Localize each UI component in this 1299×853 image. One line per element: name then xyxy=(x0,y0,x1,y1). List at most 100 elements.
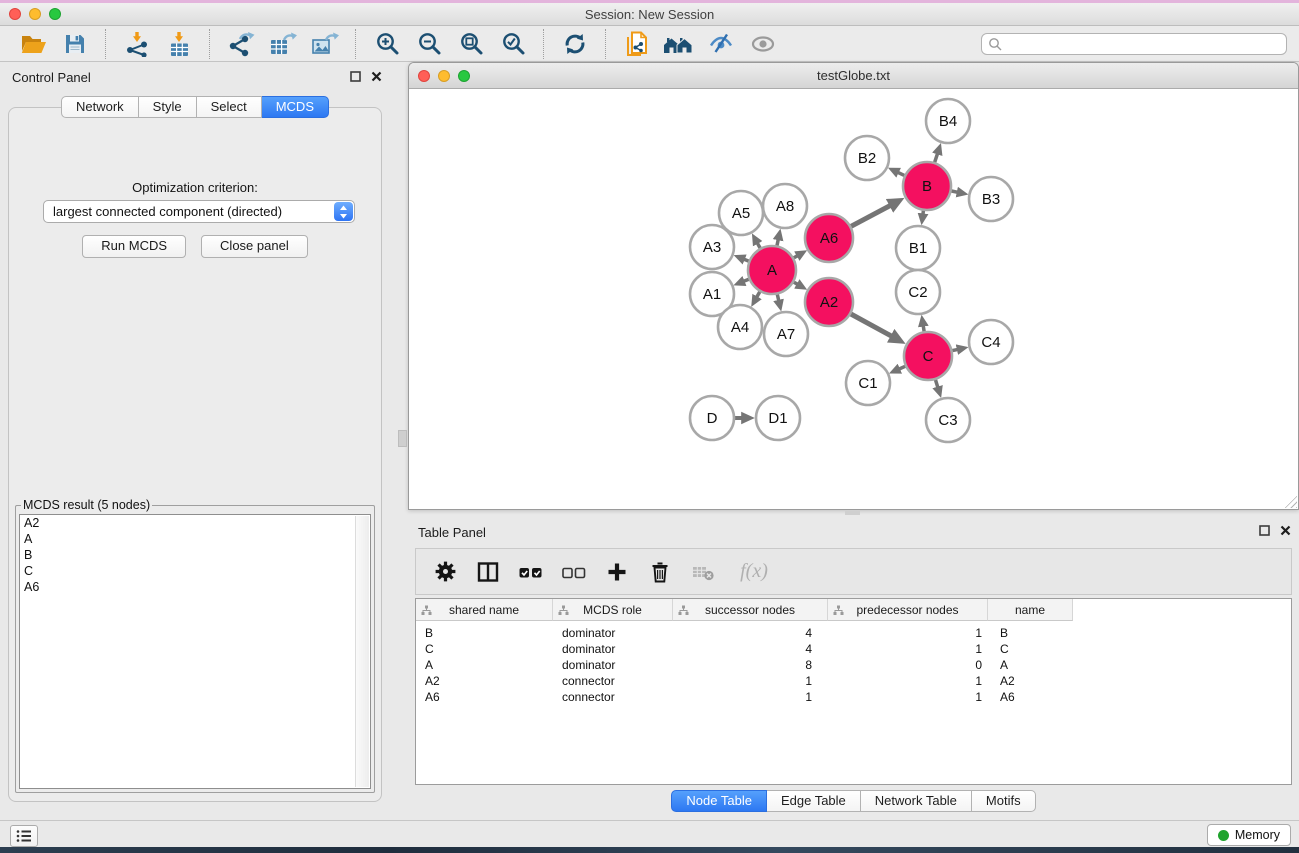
unselect-all-columns-button[interactable] xyxy=(559,557,589,587)
graph-node-C1[interactable]: C1 xyxy=(846,361,890,405)
graph-node-A6[interactable]: A6 xyxy=(805,214,853,262)
float-table-panel-icon[interactable] xyxy=(1259,525,1270,536)
graph-node-A4[interactable]: A4 xyxy=(718,305,762,349)
select-all-columns-button[interactable] xyxy=(516,557,546,587)
function-builder-button[interactable]: f(x) xyxy=(731,557,777,587)
export-image-button[interactable] xyxy=(309,29,341,59)
mcds-result-scrollbar[interactable] xyxy=(355,516,369,787)
table-row[interactable]: A6connector11A6 xyxy=(416,689,1291,705)
mcds-result-item[interactable]: A2 xyxy=(20,515,370,531)
edge-A-A6[interactable] xyxy=(794,256,798,258)
graph-node-B4[interactable]: B4 xyxy=(926,99,970,143)
graph-node-D[interactable]: D xyxy=(690,396,734,440)
import-table-button[interactable] xyxy=(163,29,195,59)
close-panel-button[interactable]: Close panel xyxy=(201,235,308,258)
mcds-result-item[interactable]: A6 xyxy=(20,579,370,595)
table-row[interactable]: Cdominator41C xyxy=(416,641,1291,657)
vertical-splitter-handle[interactable] xyxy=(398,430,407,447)
edge-A2-C[interactable] xyxy=(851,314,892,336)
open-file-button[interactable] xyxy=(17,29,49,59)
tab-network[interactable]: Network xyxy=(61,96,139,118)
format-columns-button[interactable] xyxy=(473,557,503,587)
show-graphics-details-button[interactable] xyxy=(747,29,779,59)
edge-B-B1[interactable] xyxy=(923,211,924,215)
tab-mcds[interactable]: MCDS xyxy=(262,96,329,118)
network-canvas[interactable]: B4B2BB3B1A5A8A6A3AC2A1A2A4A7C4CC1C3DD1 xyxy=(409,89,1298,509)
graph-node-C3[interactable]: C3 xyxy=(926,398,970,442)
save-session-button[interactable] xyxy=(59,29,91,59)
edge-A6-B[interactable] xyxy=(851,205,891,226)
float-panel-icon[interactable] xyxy=(350,71,361,82)
import-network-button[interactable] xyxy=(121,29,153,59)
table-row[interactable]: A2connector11A2 xyxy=(416,673,1291,689)
column-header-successor-nodes[interactable]: successor nodes xyxy=(673,599,828,621)
edge-A-A5[interactable] xyxy=(757,243,760,248)
graph-node-C2[interactable]: C2 xyxy=(896,270,940,314)
table-cell: 4 xyxy=(673,641,828,657)
close-panel-icon[interactable] xyxy=(371,71,382,82)
graph-node-C4[interactable]: C4 xyxy=(969,320,1013,364)
column-header-name[interactable]: name xyxy=(988,599,1073,621)
graph-node-B2[interactable]: B2 xyxy=(845,136,889,180)
graph-node-A3[interactable]: A3 xyxy=(690,225,734,269)
optimization-criterion-dropdown[interactable]: largest connected component (directed) xyxy=(43,200,355,223)
edge-C-C2[interactable] xyxy=(923,326,924,332)
edge-C-C3[interactable] xyxy=(936,380,938,388)
home-button[interactable] xyxy=(663,29,695,59)
graph-node-A7[interactable]: A7 xyxy=(764,312,808,356)
tab-select[interactable]: Select xyxy=(197,96,262,118)
edge-A-A7[interactable] xyxy=(777,294,779,301)
tab-node-table[interactable]: Node Table xyxy=(671,790,767,812)
search-box[interactable] xyxy=(981,33,1287,55)
edge-A-A3[interactable] xyxy=(744,259,749,261)
export-network-button[interactable] xyxy=(225,29,257,59)
tab-style[interactable]: Style xyxy=(139,96,197,118)
zoom-out-button[interactable] xyxy=(413,29,445,59)
zoom-in-button[interactable] xyxy=(371,29,403,59)
edge-B-B4[interactable] xyxy=(935,153,938,162)
memory-button[interactable]: Memory xyxy=(1207,824,1291,846)
tab-edge-table[interactable]: Edge Table xyxy=(767,790,861,812)
search-input[interactable] xyxy=(1006,36,1280,52)
table-options-button[interactable] xyxy=(430,557,460,587)
column-header-shared-name[interactable]: shared name xyxy=(416,599,553,621)
table-row[interactable]: Bdominator41B xyxy=(416,625,1291,641)
close-table-panel-icon[interactable] xyxy=(1280,525,1291,536)
column-header-predecessor-nodes[interactable]: predecessor nodes xyxy=(828,599,988,621)
graph-node-A[interactable]: A xyxy=(748,246,796,294)
edge-A-A8[interactable] xyxy=(777,239,778,245)
zoom-fit-button[interactable] xyxy=(455,29,487,59)
export-table-button[interactable] xyxy=(267,29,299,59)
create-column-button[interactable] xyxy=(602,557,632,587)
delete-columns-button[interactable] xyxy=(645,557,675,587)
hide-graphics-details-button[interactable] xyxy=(705,29,737,59)
tab-motifs[interactable]: Motifs xyxy=(972,790,1036,812)
edge-B-B2[interactable] xyxy=(898,172,905,175)
graph-node-A2[interactable]: A2 xyxy=(805,278,853,326)
tab-network-table[interactable]: Network Table xyxy=(861,790,972,812)
mcds-result-item[interactable]: B xyxy=(20,547,370,563)
edge-A-A1[interactable] xyxy=(744,279,749,281)
delete-table-button[interactable] xyxy=(688,557,718,587)
zoom-fit-icon xyxy=(459,31,484,56)
run-mcds-button[interactable]: Run MCDS xyxy=(82,235,186,258)
table-row[interactable]: Adominator80A xyxy=(416,657,1291,673)
column-header-mcds-role[interactable]: MCDS role xyxy=(553,599,673,621)
edge-A-A2[interactable] xyxy=(794,282,798,284)
edge-C-C1[interactable] xyxy=(899,366,905,369)
edge-B-B3[interactable] xyxy=(952,191,958,192)
mcds-result-item[interactable]: A xyxy=(20,531,370,547)
clone-network-button[interactable] xyxy=(621,29,653,59)
mcds-result-item[interactable]: C xyxy=(20,563,370,579)
edge-C-C4[interactable] xyxy=(952,349,958,350)
task-history-button[interactable] xyxy=(10,825,38,847)
edge-A-A4[interactable] xyxy=(757,292,760,298)
graph-node-D1[interactable]: D1 xyxy=(756,396,800,440)
graph-node-B[interactable]: B xyxy=(903,162,951,210)
refresh-view-button[interactable] xyxy=(559,29,591,59)
zoom-selected-button[interactable] xyxy=(497,29,529,59)
graph-node-A8[interactable]: A8 xyxy=(763,184,807,228)
graph-node-B3[interactable]: B3 xyxy=(969,177,1013,221)
graph-node-B1[interactable]: B1 xyxy=(896,226,940,270)
graph-node-C[interactable]: C xyxy=(904,332,952,380)
